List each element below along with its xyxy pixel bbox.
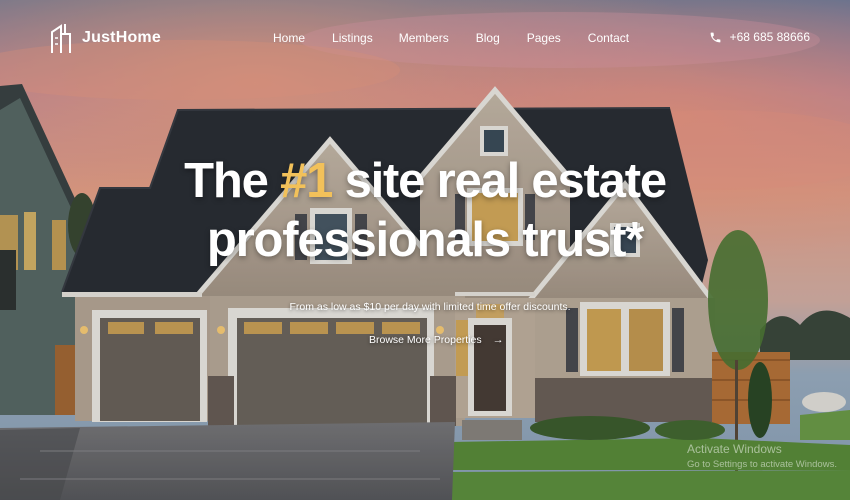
nav-link-home[interactable]: Home: [273, 31, 305, 45]
nav-link-pages[interactable]: Pages: [527, 31, 561, 45]
watermark-line1: Activate Windows: [687, 442, 782, 456]
phone-number: +68 685 88666: [729, 30, 810, 44]
browse-properties-label: Browse More Properties: [369, 334, 482, 346]
brand-name: JustHome: [82, 29, 161, 46]
phone-contact[interactable]: +68 685 88666: [709, 30, 810, 44]
nav-link-contact[interactable]: Contact: [588, 31, 629, 45]
hero-title-highlight: #1: [280, 154, 333, 208]
nav-link-members[interactable]: Members: [399, 31, 449, 45]
hero-title-after: site real estate: [332, 154, 667, 208]
arrow-right-icon: →: [492, 334, 504, 346]
brand-logo[interactable]: JustHome: [50, 22, 161, 54]
hero-subtitle: From as low as $10 per day with limited …: [289, 301, 571, 313]
hero-title-before: The: [184, 154, 281, 208]
nav-link-blog[interactable]: Blog: [476, 31, 500, 45]
hero-title-line2: professionals trust*: [206, 213, 644, 267]
hero-section: The #1 site real estate professionals tr…: [0, 152, 850, 270]
building-logo-icon: [51, 24, 71, 53]
phone-icon: [710, 32, 720, 42]
watermark-line2: Go to Settings to activate Windows.: [687, 459, 837, 470]
browse-properties-button[interactable]: Browse More Properties →: [369, 334, 504, 346]
site-header: JustHome Home Listings Members Blog Page…: [0, 0, 850, 76]
nav-link-listings[interactable]: Listings: [332, 31, 373, 45]
windows-activation-watermark: Activate Windows Go to Settings to activ…: [687, 442, 837, 472]
main-nav: Home Listings Members Blog Pages Contact: [273, 31, 656, 45]
hero-title: The #1 site real estate professionals tr…: [0, 152, 850, 270]
